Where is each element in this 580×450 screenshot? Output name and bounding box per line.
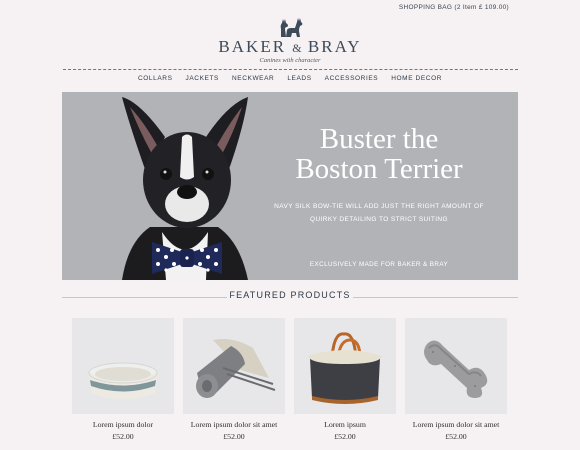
hero-exclusive-note: EXCLUSIVELY MADE FOR BAKER & BRAY: [309, 261, 449, 268]
hero-title: Buster the Boston Terrier: [268, 124, 490, 184]
hero-title-line1: Buster the: [319, 123, 439, 155]
logo[interactable]: BAKER & BRAY Canines with character: [0, 16, 580, 64]
nav-item-neckwear[interactable]: NECKWEAR: [232, 75, 274, 82]
product-card[interactable]: Lorem ipsum dolor sit amet £52.00: [405, 318, 507, 441]
hero-title-line2: Boston Terrier: [295, 153, 463, 185]
header-divider: [63, 69, 518, 70]
product-card[interactable]: Lorem ipsum dolor sit amet £52.00: [183, 318, 285, 441]
brand-name: BAKER & BRAY: [0, 38, 580, 57]
product-card[interactable]: Lorem ipsum £52.00: [294, 318, 396, 441]
rolled-blanket-icon[interactable]: [183, 318, 285, 414]
hero-description: NAVY SILK BOW-TIE WILL ADD JUST THE RIGH…: [274, 200, 484, 226]
product-price: £52.00: [112, 432, 134, 441]
tagline: Canines with character: [259, 57, 321, 64]
hero-desc-line2: QUIRKY DETAILING TO STRICT SUITING: [310, 216, 448, 223]
hero-banner[interactable]: Buster the Boston Terrier NAVY SILK BOW-…: [62, 92, 518, 280]
two-dogs-logo-icon: [280, 18, 303, 37]
main-nav: COLLARS JACKETS NECKWEAR LEADS ACCESSORI…: [0, 75, 580, 82]
product-price: £52.00: [445, 432, 467, 441]
hero-desc-line1: NAVY SILK BOW-TIE WILL ADD JUST THE RIGH…: [274, 203, 484, 210]
brand-right: BRAY: [307, 37, 362, 56]
product-name[interactable]: Lorem ipsum dolor sit amet: [183, 420, 285, 429]
nav-item-leads[interactable]: LEADS: [287, 75, 311, 82]
product-price: £52.00: [223, 432, 245, 441]
boston-terrier-image: [122, 97, 248, 280]
product-card[interactable]: Lorem ipsum dolor £52.00: [72, 318, 174, 441]
dog-carrier-bag-icon[interactable]: [294, 318, 396, 414]
product-name[interactable]: Lorem ipsum dolor: [72, 420, 174, 429]
product-name[interactable]: Lorem ipsum dolor sit amet: [405, 420, 507, 429]
featured-rule-right: [353, 297, 518, 298]
nav-item-accessories[interactable]: ACCESSORIES: [325, 75, 379, 82]
featured-title: FEATURED PRODUCTS: [229, 290, 351, 300]
bone-toy-icon[interactable]: [405, 318, 507, 414]
nav-item-home-decor[interactable]: HOME DECOR: [391, 75, 442, 82]
dog-bowl-icon[interactable]: [72, 318, 174, 414]
product-price: £52.00: [334, 432, 356, 441]
nav-item-collars[interactable]: COLLARS: [138, 75, 173, 82]
product-grid: Lorem ipsum dolor £52.00 Lorem ipsum dol…: [72, 318, 507, 441]
brand-amp: &: [292, 41, 302, 55]
featured-heading-row: FEATURED PRODUCTS: [62, 290, 518, 304]
shopping-bag-link[interactable]: SHOPPING BAG (2 Item £ 109.00): [399, 4, 509, 11]
product-name[interactable]: Lorem ipsum: [294, 420, 396, 429]
nav-item-jackets[interactable]: JACKETS: [186, 75, 219, 82]
brand-left: BAKER: [218, 37, 287, 56]
